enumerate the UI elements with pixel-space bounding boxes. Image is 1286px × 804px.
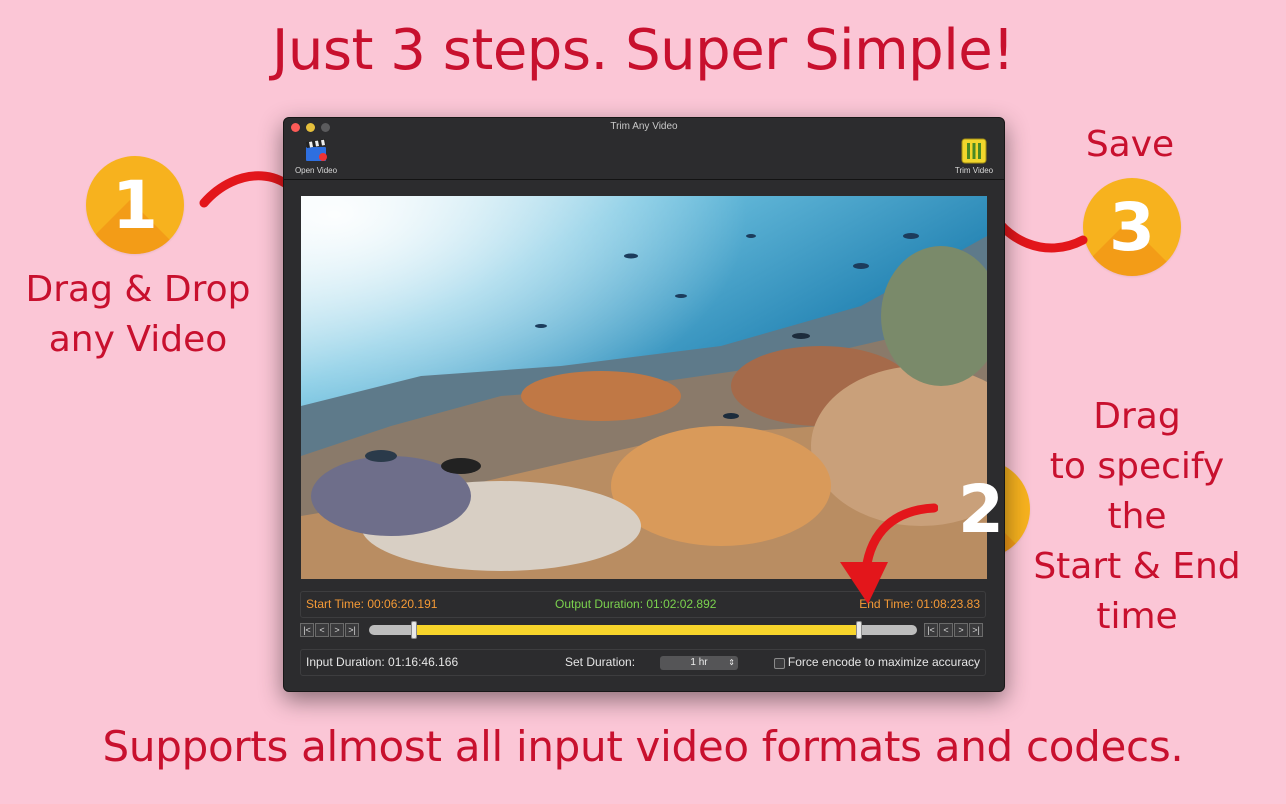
step-3-caption: Save [1060, 120, 1200, 170]
zoom-button[interactable] [321, 123, 330, 132]
step-2-line: Start & End [1033, 546, 1241, 587]
end-stepper: |< < > >| [924, 623, 984, 637]
toolbar-divider [284, 179, 1004, 180]
headline: Just 3 steps. Super Simple! [271, 18, 1015, 83]
step-3-badge: 3 [1083, 178, 1181, 276]
step-2-line: time [1096, 596, 1178, 637]
close-button[interactable] [291, 123, 300, 132]
force-encode-label: Force encode to maximize accuracy [787, 655, 980, 669]
output-duration-label: Output Duration: 01:02:02.892 [555, 597, 717, 611]
arrow-step-2-icon [840, 503, 938, 604]
end-thumb[interactable] [855, 621, 862, 639]
step-3-number: 3 [1109, 188, 1155, 266]
footer-tagline: Supports almost all input video formats … [102, 722, 1184, 771]
start-time-label: Start Time: 00:06:20.191 [306, 597, 438, 611]
step-1-badge: 1 [86, 156, 184, 254]
start-next-button[interactable]: > [330, 623, 344, 637]
step-1-line: Drag & Drop [25, 269, 251, 310]
start-last-button[interactable]: >| [345, 623, 359, 637]
end-next-button[interactable]: > [954, 623, 968, 637]
start-first-button[interactable]: |< [300, 623, 314, 637]
end-prev-button[interactable]: < [939, 623, 953, 637]
step-1-line: any Video [48, 319, 228, 360]
duration-panel: Input Duration: 01:16:46.166 Set Duratio… [300, 649, 986, 676]
selected-range [414, 625, 859, 635]
trim-video-button[interactable]: Trim Video [946, 138, 1002, 175]
set-duration-label: Set Duration: [565, 655, 636, 669]
minimize-button[interactable] [306, 123, 315, 132]
window-title: Trim Any Video [610, 121, 678, 132]
trim-film-icon [961, 138, 987, 164]
start-thumb[interactable] [411, 621, 418, 639]
chevron-updown-icon: ⇕ [728, 658, 735, 667]
clapperboard-icon [306, 139, 327, 161]
step-2-number: 2 [958, 470, 1004, 548]
trim-range-slider[interactable] [369, 621, 917, 639]
set-duration-value: 1 hr [690, 657, 708, 668]
step-2-line: Drag [1093, 396, 1181, 437]
step-3-line: Save [1085, 124, 1175, 165]
step-2-line: the [1107, 496, 1167, 537]
step-1-caption: Drag & Drop any Video [10, 265, 266, 365]
step-2-caption: Drag to specify the Start & End time [1030, 392, 1244, 642]
set-duration-select[interactable]: 1 hr ⇕ [660, 656, 738, 670]
open-video-label: Open Video [294, 166, 338, 175]
end-first-button[interactable]: |< [924, 623, 938, 637]
open-video-button[interactable]: Open Video [288, 138, 344, 175]
step-1-number: 1 [112, 166, 158, 244]
input-duration-label: Input Duration: 01:16:46.166 [306, 655, 459, 669]
start-stepper: |< < > >| [300, 623, 360, 637]
trim-video-label: Trim Video [954, 166, 994, 175]
start-prev-button[interactable]: < [315, 623, 329, 637]
force-encode-checkbox[interactable] [774, 658, 785, 669]
end-last-button[interactable]: >| [969, 623, 983, 637]
step-2-line: to specify [1049, 446, 1225, 487]
